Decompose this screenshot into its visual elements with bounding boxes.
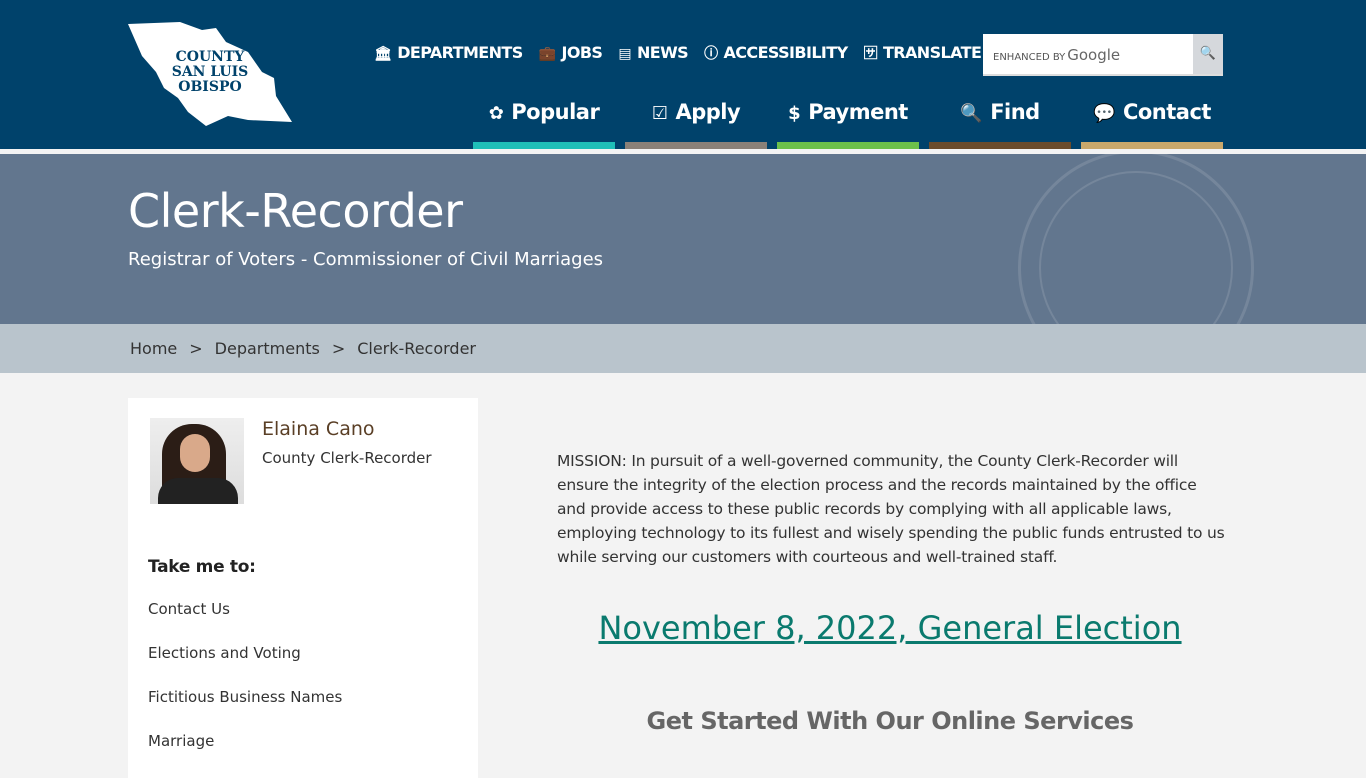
search-icon: 🔍	[960, 103, 983, 124]
translate-icon: 🈂	[863, 46, 878, 62]
breadcrumb-departments[interactable]: Departments	[215, 339, 320, 358]
google-brand: Google	[1067, 46, 1121, 64]
search-button[interactable]: 🔍	[1193, 34, 1223, 74]
official-role: County Clerk-Recorder	[262, 449, 432, 467]
nav-label: Contact	[1122, 100, 1212, 124]
util-link-news[interactable]: ▤ NEWS	[618, 43, 688, 63]
nav-apply[interactable]: ☑ Apply	[625, 96, 767, 149]
sidebar-link-fictitious-business[interactable]: Fictitious Business Names	[148, 688, 342, 732]
nav-label: Find	[990, 100, 1040, 124]
nav-payment[interactable]: $ Payment	[777, 96, 919, 149]
nav-contact[interactable]: 💬 Contact	[1081, 96, 1223, 149]
util-link-jobs[interactable]: 💼 JOBS	[539, 43, 603, 63]
county-seal-watermark	[1018, 154, 1254, 324]
nav-color-bar	[473, 142, 615, 149]
nav-color-bar	[929, 142, 1071, 149]
avatar	[150, 418, 244, 504]
search-placeholder: ENHANCED BY	[993, 52, 1066, 63]
page-subtitle: Registrar of Voters - Commissioner of Ci…	[128, 249, 604, 270]
util-link-translate[interactable]: 🈂 TRANSLATE	[864, 43, 982, 63]
chat-icon: 💬	[1093, 103, 1115, 124]
take-me-to-heading: Take me to:	[148, 557, 256, 577]
nav-label: Popular	[511, 100, 600, 124]
sidebar-link-elections[interactable]: Elections and Voting	[148, 644, 342, 688]
accessibility-icon: ⓘ	[704, 46, 718, 62]
breadcrumb: Home > Departments > Clerk-Recorder	[0, 324, 1366, 373]
nav-label: Apply	[675, 100, 741, 124]
search-icon: 🔍	[1199, 46, 1217, 61]
sidebar-link-marriage[interactable]: Marriage	[148, 732, 342, 776]
checkbox-icon: ☑	[651, 103, 668, 124]
sidebar-link-contact-us[interactable]: Contact Us	[148, 600, 342, 644]
util-link-label: NEWS	[637, 43, 689, 62]
nav-color-bar	[625, 142, 767, 149]
nav-find[interactable]: 🔍 Find	[929, 96, 1071, 149]
nav-popular[interactable]: ✿ Popular	[473, 96, 615, 149]
dollar-icon: $	[788, 103, 801, 124]
county-logo[interactable]: COUNTY SAN LUIS OBISPO	[128, 22, 294, 128]
site-header: COUNTY SAN LUIS OBISPO 🏛 DEPARTMENTS 💼 JOBS ▤ N…	[0, 0, 1366, 149]
newspaper-icon: ▤	[618, 46, 631, 62]
util-link-label: ACCESSIBILITY	[723, 43, 849, 62]
util-link-accessibility[interactable]: ⓘ ACCESSIBILITY	[704, 43, 849, 63]
util-link-label: JOBS	[561, 43, 603, 62]
breadcrumb-current: Clerk-Recorder	[357, 339, 476, 358]
nav-color-bar	[777, 142, 919, 149]
gear-icon: ✿	[488, 103, 504, 124]
briefcase-icon: 💼	[538, 46, 556, 62]
nav-color-bar	[1081, 142, 1223, 149]
util-link-label: DEPARTMENTS	[397, 43, 523, 62]
bank-icon: 🏛	[374, 46, 392, 62]
search-input[interactable]: ENHANCED BY Google 🔍	[983, 34, 1223, 76]
page-title: Clerk-Recorder	[128, 184, 463, 238]
nav-label: Payment	[808, 100, 908, 124]
election-link[interactable]: November 8, 2022, General Election	[557, 609, 1223, 647]
page-banner: Clerk-Recorder Registrar of Voters - Com…	[0, 154, 1366, 324]
util-link-departments[interactable]: 🏛 DEPARTMENTS	[374, 43, 523, 63]
official-name: Elaina Cano	[262, 418, 375, 440]
util-link-label: TRANSLATE	[882, 43, 982, 62]
mission-statement: MISSION: In pursuit of a well-governed c…	[557, 452, 1225, 566]
services-heading: Get Started With Our Online Services	[646, 707, 1134, 735]
breadcrumb-home[interactable]: Home	[130, 339, 177, 358]
sidebar: Elaina Cano County Clerk-Recorder Take m…	[128, 398, 478, 778]
